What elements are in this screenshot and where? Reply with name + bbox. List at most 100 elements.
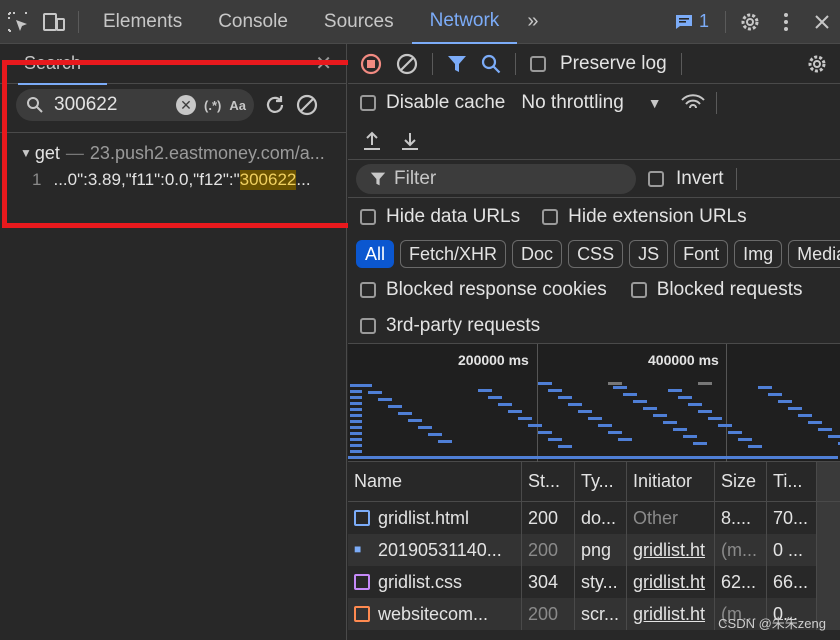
clear-search-icon[interactable]: ✕: [176, 95, 197, 115]
column-status[interactable]: St...: [522, 462, 575, 501]
table-scrollbar[interactable]: [817, 502, 840, 534]
kebab-menu-icon[interactable]: [768, 0, 804, 44]
table-row[interactable]: gridlist.html 200 do... Other 8.... 70..…: [348, 502, 840, 534]
tab-elements[interactable]: Elements: [85, 0, 200, 44]
timeline-label-200000: 200000 ms: [458, 352, 529, 368]
timeline-request-bar: [548, 438, 562, 441]
request-initiator-link[interactable]: gridlist.ht: [627, 534, 715, 566]
network-toolbar-2: Disable cache No throttling ▼: [348, 84, 840, 122]
settings-gear-icon[interactable]: [732, 0, 768, 44]
timeline-request-bar: [808, 421, 822, 424]
table-scrollbar[interactable]: [817, 566, 840, 598]
timeline-request-bar: [350, 408, 362, 411]
disable-cache-label: Disable cache: [386, 92, 506, 113]
type-filter-img[interactable]: Img: [734, 240, 783, 268]
timeline-request-bar: [350, 438, 362, 441]
request-name: gridlist.html: [378, 507, 470, 528]
column-size[interactable]: Size: [715, 462, 767, 501]
tab-sources[interactable]: Sources: [306, 0, 412, 44]
result-suffix: ...: [296, 170, 311, 189]
table-row[interactable]: ■ 20190531140... 200 png gridlist.ht (m..…: [348, 534, 840, 566]
type-filter-fetch-xhr[interactable]: Fetch/XHR: [400, 240, 507, 268]
type-filter-font[interactable]: Font: [674, 240, 729, 268]
tab-console[interactable]: Console: [200, 0, 306, 44]
import-har-icon[interactable]: [362, 131, 382, 151]
close-devtools-icon[interactable]: [804, 0, 840, 44]
clear-results-icon[interactable]: [296, 94, 318, 116]
timeline-request-bar: [588, 417, 602, 420]
expand-triangle-icon[interactable]: ▼: [20, 146, 32, 160]
timeline-request-bar: [568, 403, 582, 406]
request-initiator-link[interactable]: gridlist.ht: [627, 598, 715, 630]
filter-placeholder: Filter: [394, 167, 437, 189]
timeline-gridline: [726, 344, 727, 462]
message-icon: [675, 14, 692, 29]
timeline-request-bar: [653, 414, 667, 417]
request-name: gridlist.css: [378, 571, 463, 592]
network-toolbar: Preserve log: [348, 44, 840, 84]
network-overview-timeline[interactable]: 200000 ms 400000 ms: [348, 344, 840, 462]
timeline-request-bar: [438, 440, 452, 443]
blocked-requests-checkbox[interactable]: [630, 282, 647, 298]
search-icon[interactable]: [481, 54, 501, 74]
clear-log-icon[interactable]: [396, 53, 418, 75]
third-party-checkbox[interactable]: [360, 317, 376, 334]
result-file-row[interactable]: ▼ get — 23.push2.eastmoney.com/a...: [0, 141, 346, 165]
column-time[interactable]: Ti...: [767, 462, 817, 501]
request-initiator-link[interactable]: gridlist.ht: [627, 566, 715, 598]
export-har-icon[interactable]: [400, 131, 420, 151]
third-party-row: 3rd-party requests: [348, 308, 840, 344]
close-search-icon[interactable]: ✕: [315, 51, 332, 76]
toolbar-separator: [735, 167, 737, 190]
filter-input[interactable]: Filter: [356, 163, 636, 194]
timeline-request-bar: [728, 431, 742, 434]
chevron-down-icon[interactable]: ▼: [648, 95, 662, 111]
result-match-line[interactable]: 1 ...0":3.89,"f11":0.0,"f12":" 300622...: [0, 165, 346, 195]
type-filter-css[interactable]: CSS: [568, 240, 624, 268]
network-settings-icon[interactable]: [806, 53, 828, 75]
timeline-request-bar: [788, 407, 802, 410]
blocked-cookies-checkbox[interactable]: [360, 282, 376, 298]
column-initiator[interactable]: Initiator: [627, 462, 715, 501]
inspect-element-icon[interactable]: [0, 0, 36, 44]
network-conditions-icon[interactable]: [680, 93, 706, 113]
search-input[interactable]: [52, 93, 169, 117]
timeline-request-bar: [608, 382, 622, 385]
request-name: 20190531140...: [378, 539, 502, 560]
hide-extension-urls-checkbox[interactable]: [542, 209, 559, 225]
throttling-select[interactable]: No throttling: [521, 92, 623, 114]
table-scrollbar[interactable]: [817, 462, 840, 501]
timeline-request-bar: [613, 386, 627, 389]
search-results: ▼ get — 23.push2.eastmoney.com/a... 1 ..…: [0, 132, 346, 195]
type-filter-js[interactable]: JS: [629, 240, 669, 268]
table-scrollbar[interactable]: [817, 534, 840, 566]
disable-cache-checkbox[interactable]: [360, 95, 376, 111]
filter-funnel-icon[interactable]: [447, 54, 467, 74]
request-type: do...: [575, 502, 627, 534]
requests-table-body: gridlist.html 200 do... Other 8.... 70..…: [348, 502, 840, 630]
more-tabs-icon[interactable]: »: [517, 10, 548, 33]
regex-toggle[interactable]: (.*): [204, 98, 221, 113]
timeline-request-bar: [518, 417, 532, 420]
column-name[interactable]: Name: [348, 462, 522, 501]
timeline-request-bar: [418, 426, 432, 429]
match-case-toggle[interactable]: Aa: [229, 98, 246, 113]
refresh-icon[interactable]: [264, 94, 286, 116]
device-toolbar-icon[interactable]: [36, 0, 72, 44]
devtools-tabbar: Elements Console Sources Network » 1: [0, 0, 840, 44]
preserve-log-checkbox[interactable]: [530, 55, 546, 72]
table-row[interactable]: gridlist.css 304 sty... gridlist.ht 62..…: [348, 566, 840, 598]
type-filter-all[interactable]: All: [356, 240, 395, 268]
stylesheet-file-icon: [354, 574, 370, 590]
hide-data-urls-checkbox[interactable]: [360, 209, 376, 225]
type-filter-doc[interactable]: Doc: [512, 240, 563, 268]
import-export-row: [348, 122, 840, 160]
record-stop-icon[interactable]: [360, 53, 382, 75]
messages-badge[interactable]: 1: [665, 11, 719, 32]
column-type[interactable]: Ty...: [575, 462, 627, 501]
search-panel-title[interactable]: Search: [17, 53, 108, 85]
invert-checkbox[interactable]: [648, 170, 664, 187]
blocked-requests-label: Blocked requests: [656, 279, 803, 300]
type-filter-media[interactable]: Media: [788, 240, 840, 268]
tab-network[interactable]: Network: [411, 0, 518, 44]
